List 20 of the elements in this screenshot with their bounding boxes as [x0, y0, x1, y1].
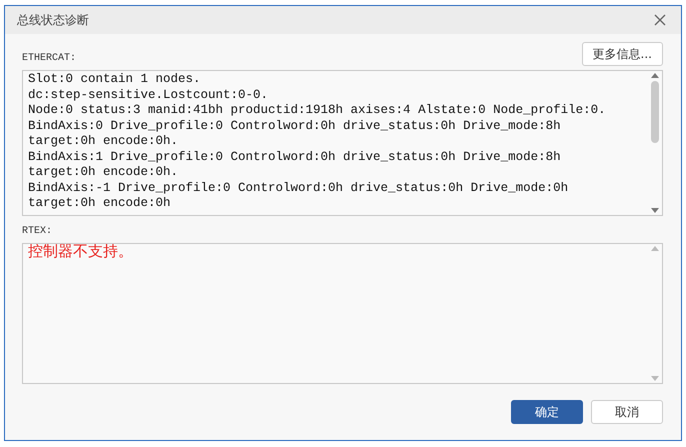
log-line: Slot:0 contain 1 nodes.: [28, 72, 201, 88]
error-message: 控制器不支持。: [28, 244, 133, 261]
scrollbar-thumb[interactable]: [650, 81, 658, 143]
log-line: target:0h encode:0h.: [28, 134, 178, 150]
log-line: BindAxis:0 Drive_profile:0 Controlword:0h drive_status:0h Drive_mode:8h: [28, 118, 561, 134]
more-info-button[interactable]: 更多信息...: [582, 42, 663, 66]
section-label: ETHERCAT:: [22, 52, 76, 66]
log-line: target:0h encode:0h: [28, 196, 171, 212]
log-line: dc:step-sensitive.Lostcount:0-0.: [28, 88, 268, 103]
ok-button[interactable]: 确定: [511, 400, 583, 424]
cancel-button[interactable]: 取消: [591, 400, 663, 424]
log-line: BindAxis:1 Drive_profile:0 Controlword:0h drive_status:0h Drive_mode:8h: [28, 150, 561, 165]
log-line: Node:0 status:3 manid:41bh productid:1918h axises:4 Alstate:0 Node_profile:0.: [28, 103, 606, 118]
close-button[interactable]: [653, 13, 667, 27]
scroll-down-icon[interactable]: [650, 208, 658, 213]
section-label: RTEX:: [22, 225, 54, 239]
window-title: 总线状态诊断: [17, 12, 89, 29]
scroll-up-icon[interactable]: [650, 73, 658, 78]
log-line: target:0h encode:0h.: [28, 165, 178, 180]
log-line: BindAxis:-1 Drive_profile:0 Controlword:0h drive_status:0h Drive_mode:0h: [28, 180, 568, 196]
